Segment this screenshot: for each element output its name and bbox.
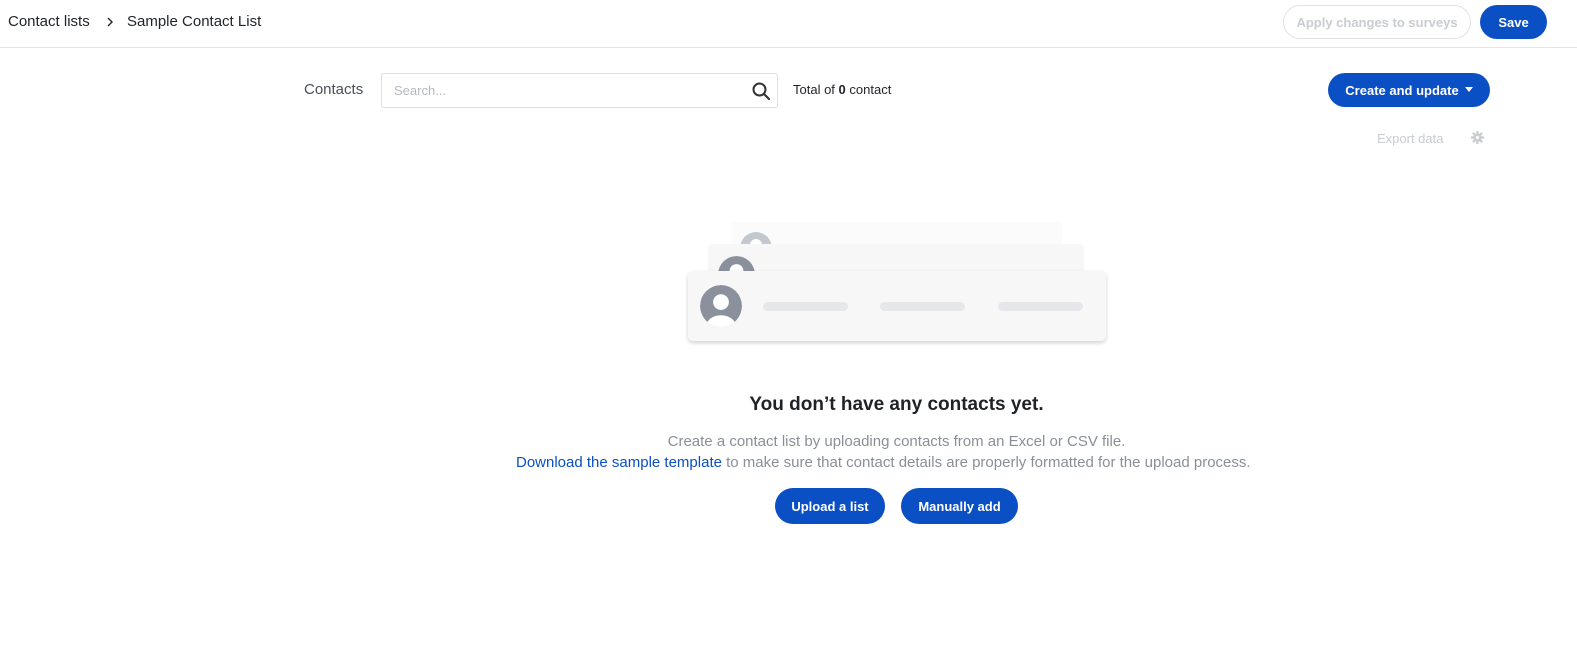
empty-state-template-hint: Download the sample template to make sur… (516, 454, 1251, 471)
empty-state-title: You don’t have any contacts yet. (749, 394, 1044, 415)
download-template-link[interactable]: Download the sample template (516, 454, 722, 471)
search-icon[interactable] (751, 81, 771, 101)
caret-down-icon (1464, 86, 1473, 92)
total-prefix: Total of (793, 82, 835, 97)
chevron-right-icon (107, 17, 113, 27)
empty-state-description: Create a contact list by uploading conta… (667, 433, 1126, 450)
create-and-update-label: Create and update (1345, 82, 1459, 98)
empty-contacts-illustration (680, 215, 1120, 360)
save-button[interactable]: Save (1480, 5, 1547, 39)
total-suffix: contact (849, 82, 892, 97)
top-bar: Contact lists Sample Contact List Apply … (0, 0, 1577, 48)
placeholder-bar (880, 302, 965, 311)
avatar-icon (700, 285, 742, 327)
search-box (381, 73, 778, 108)
create-and-update-button[interactable]: Create and update (1328, 73, 1490, 107)
contacts-label: Contacts (304, 81, 364, 98)
template-hint-text: to make sure that contact details are pr… (721, 454, 1251, 471)
gear-icon[interactable] (1470, 130, 1485, 145)
upload-list-button[interactable]: Upload a list (775, 488, 885, 524)
export-data-link[interactable]: Export data (1377, 131, 1444, 146)
illustration-card-front (688, 271, 1106, 341)
manually-add-button[interactable]: Manually add (901, 488, 1018, 524)
placeholder-bar (763, 302, 848, 311)
total-contacts: Total of 0 contact (793, 82, 891, 97)
breadcrumb-contact-lists[interactable]: Contact lists (8, 13, 90, 30)
total-count: 0 (838, 82, 846, 97)
search-input[interactable] (382, 74, 742, 107)
breadcrumb-current: Sample Contact List (127, 13, 262, 30)
apply-changes-button[interactable]: Apply changes to surveys (1283, 5, 1471, 39)
placeholder-bar (998, 302, 1083, 311)
